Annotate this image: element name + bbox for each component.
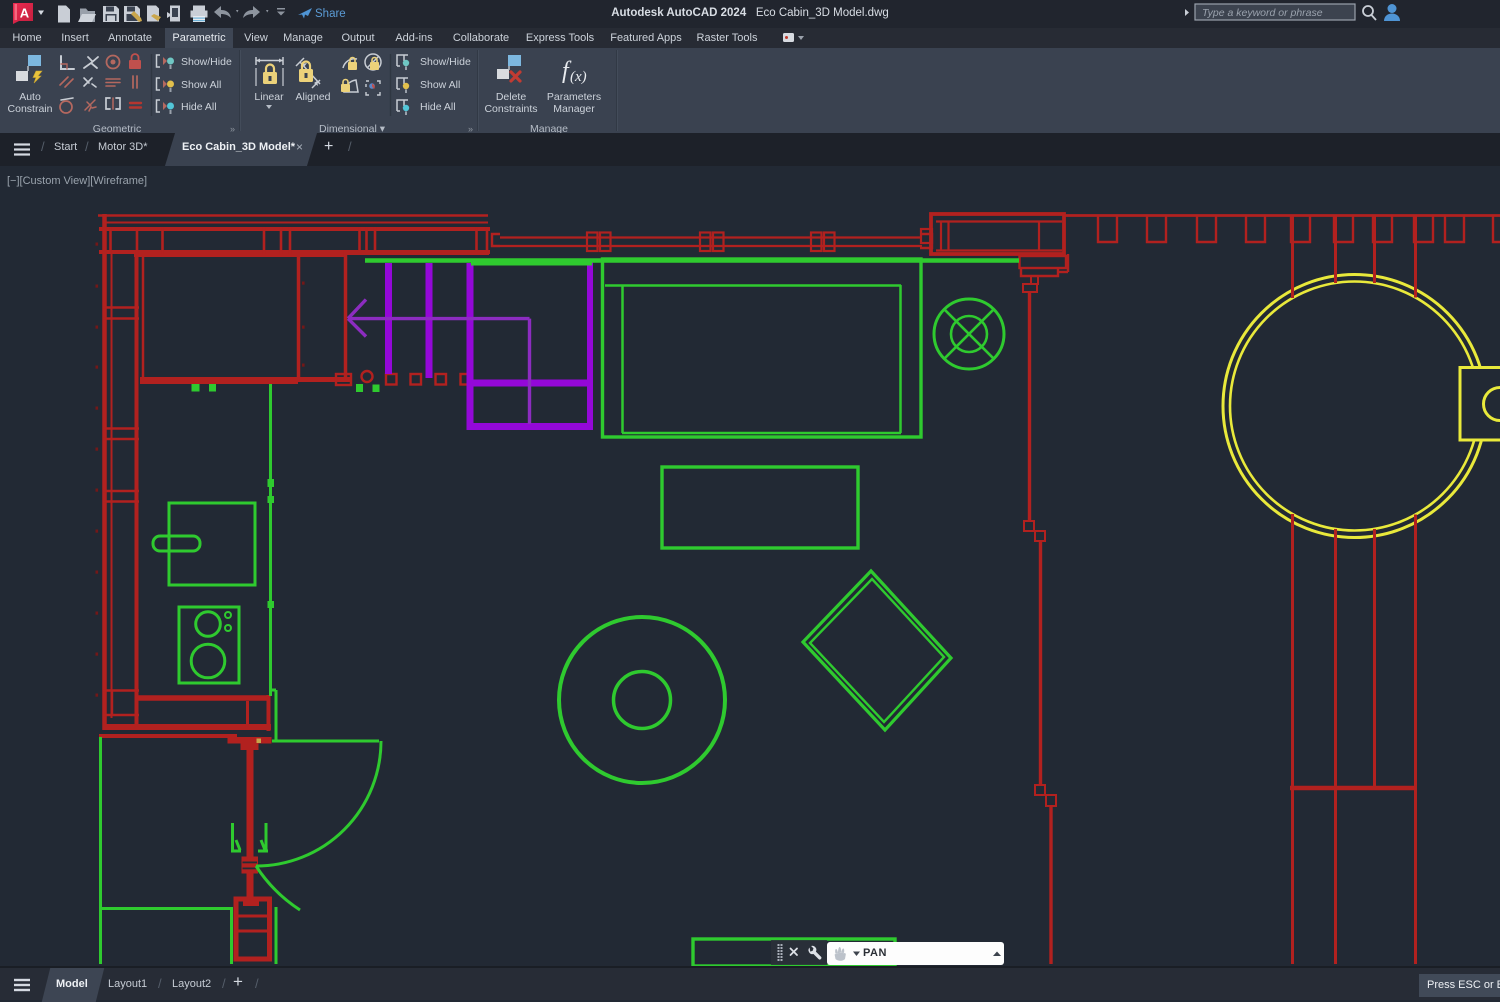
svg-text:Type a keyword or phrase: Type a keyword or phrase <box>1202 7 1323 19</box>
svg-text:Show All: Show All <box>181 79 221 91</box>
svg-text:Hide All: Hide All <box>181 101 217 113</box>
svg-text:Auto: Auto <box>19 91 41 103</box>
svg-text:Constraints: Constraints <box>484 103 537 115</box>
svg-text:Show/Hide: Show/Hide <box>420 56 471 68</box>
svg-text:Constrain: Constrain <box>8 103 53 115</box>
svg-text:(x): (x) <box>570 69 587 85</box>
svg-text:Manager: Manager <box>553 103 595 115</box>
svg-text:Parameters: Parameters <box>547 91 601 103</box>
svg-text:Hide All: Hide All <box>420 101 456 113</box>
svg-text:Linear: Linear <box>254 91 284 103</box>
svg-text:Aligned: Aligned <box>295 91 330 103</box>
svg-text:Show/Hide: Show/Hide <box>181 56 232 68</box>
svg-text:[−][Custom View][Wireframe]: [−][Custom View][Wireframe] <box>7 175 147 187</box>
svg-text:Delete: Delete <box>496 91 527 103</box>
svg-text:Show All: Show All <box>420 79 460 91</box>
